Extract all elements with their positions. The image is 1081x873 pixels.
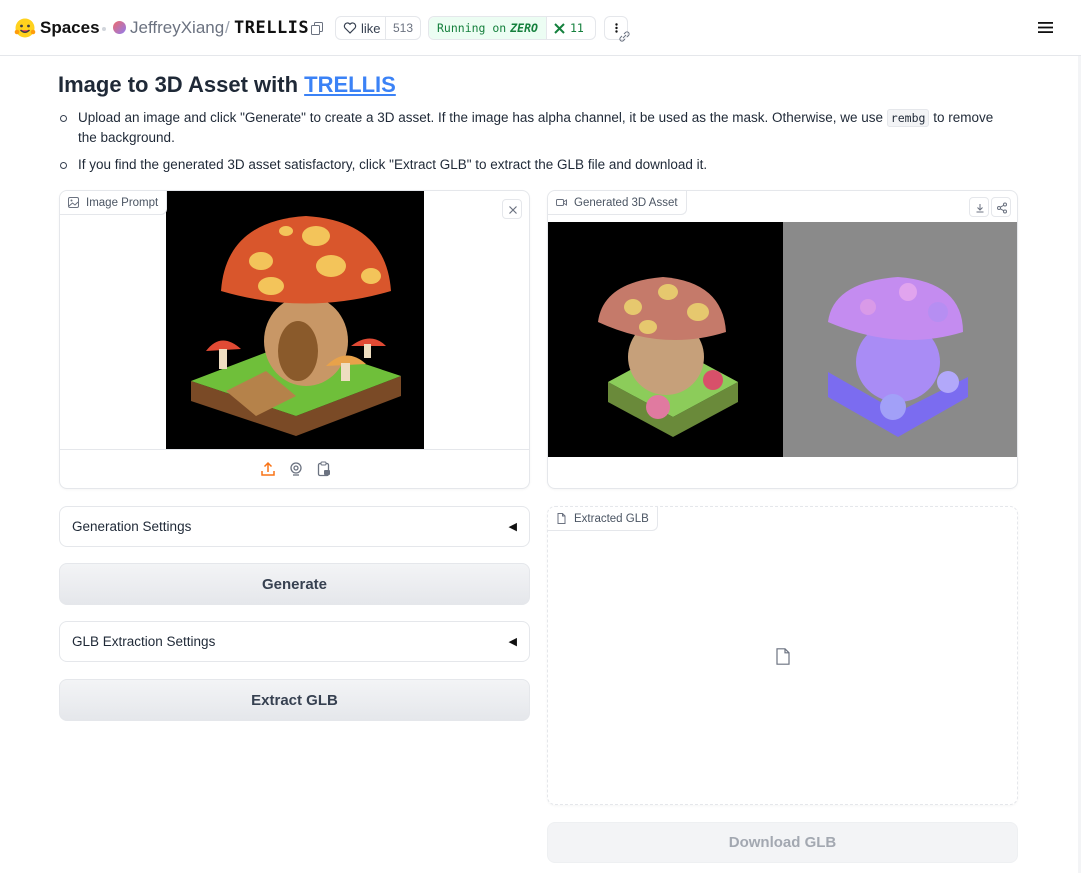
link-icon	[619, 31, 630, 42]
owner-avatar[interactable]	[113, 21, 126, 34]
glb-settings-label: GLB Extraction Settings	[72, 634, 216, 649]
image-prompt-label: Image Prompt	[60, 191, 168, 215]
hardware-icon	[554, 22, 565, 34]
path-separator: /	[225, 18, 230, 37]
generate-button[interactable]: Generate	[59, 563, 530, 605]
image-source-selector	[260, 461, 335, 479]
repo-name[interactable]: TRELLIS	[234, 18, 309, 38]
image-prompt-label-text: Image Prompt	[86, 196, 159, 209]
close-icon	[509, 206, 517, 214]
spaces-link[interactable]: Spaces	[40, 18, 100, 38]
image-prompt-panel[interactable]: Image Prompt	[59, 190, 530, 489]
clear-image-button[interactable]	[502, 199, 522, 219]
like-label: like	[361, 20, 381, 36]
more-vertical-icon	[615, 23, 618, 33]
generation-settings-label: Generation Settings	[72, 519, 192, 534]
generated-asset-video[interactable]	[548, 222, 1017, 457]
upload-icon[interactable]	[260, 461, 276, 477]
generation-settings-accordion[interactable]: Generation Settings ◀	[59, 506, 530, 547]
like-count[interactable]: 513	[384, 17, 420, 39]
collapse-arrow-icon: ◀	[508, 636, 517, 648]
extracted-glb-label: Extracted GLB	[548, 507, 658, 531]
extract-glb-button[interactable]: Extract GLB	[59, 679, 530, 721]
menu-icon[interactable]	[1038, 21, 1053, 34]
asset-actions	[969, 197, 1011, 217]
extracted-glb-panel[interactable]: Extracted GLB	[547, 506, 1018, 805]
hardware-count: 11	[547, 21, 591, 35]
trellis-link[interactable]: TRELLIS	[304, 72, 396, 97]
more-options-button[interactable]	[604, 16, 630, 42]
empty-file-icon	[776, 648, 790, 665]
hugging-face-logo-icon[interactable]	[14, 17, 36, 39]
asset-normal-render	[783, 222, 1017, 457]
image-icon	[68, 197, 79, 208]
copy-icon[interactable]	[311, 22, 323, 35]
page-title-text: Image to 3D Asset with	[58, 72, 299, 97]
hardware-count-value: 11	[569, 21, 584, 35]
instructions-list: Upload an image and click "Generate" to …	[58, 108, 998, 182]
separator-dot	[102, 27, 106, 31]
file-icon	[557, 513, 566, 524]
extracted-glb-label-text: Extracted GLB	[574, 512, 649, 525]
collapse-arrow-icon: ◀	[508, 521, 517, 533]
webcam-icon[interactable]	[288, 461, 304, 477]
rembg-code: rembg	[886, 109, 930, 127]
download-icon[interactable]	[969, 197, 989, 217]
instruction-item: If you find the generated 3D asset satis…	[58, 155, 998, 175]
generated-asset-panel[interactable]: Generated 3D Asset	[547, 190, 1018, 489]
instruction-item: Upload an image and click "Generate" to …	[58, 108, 998, 148]
like-button[interactable]: like 513	[335, 16, 421, 40]
instruction-text-2: If you find the generated 3D asset satis…	[78, 157, 708, 172]
running-hardware: ZERO	[510, 21, 538, 35]
divider	[60, 449, 529, 450]
glb-extraction-settings-accordion[interactable]: GLB Extraction Settings ◀	[59, 621, 530, 662]
video-icon	[556, 199, 567, 206]
asset-color-render	[548, 222, 783, 457]
generated-asset-label-text: Generated 3D Asset	[574, 196, 678, 209]
running-status: Running on ZERO	[429, 17, 547, 39]
share-icon[interactable]	[991, 197, 1011, 217]
heart-icon	[343, 22, 357, 34]
running-status-badge[interactable]: Running on ZERO 11	[428, 16, 596, 40]
top-bar: Spaces JeffreyXiang / TRELLIS like 513 R…	[0, 0, 1081, 56]
running-label: Running on	[437, 21, 507, 35]
clipboard-icon[interactable]	[316, 461, 332, 477]
page-title: Image to 3D Asset with TRELLIS	[58, 72, 396, 98]
mushroom-house-image	[166, 191, 424, 449]
download-glb-button[interactable]: Download GLB	[547, 822, 1018, 863]
owner-link[interactable]: JeffreyXiang	[130, 18, 224, 38]
prompt-image	[166, 191, 424, 449]
instruction-text-1: Upload an image and click "Generate" to …	[78, 110, 884, 125]
generated-asset-label: Generated 3D Asset	[548, 191, 687, 215]
